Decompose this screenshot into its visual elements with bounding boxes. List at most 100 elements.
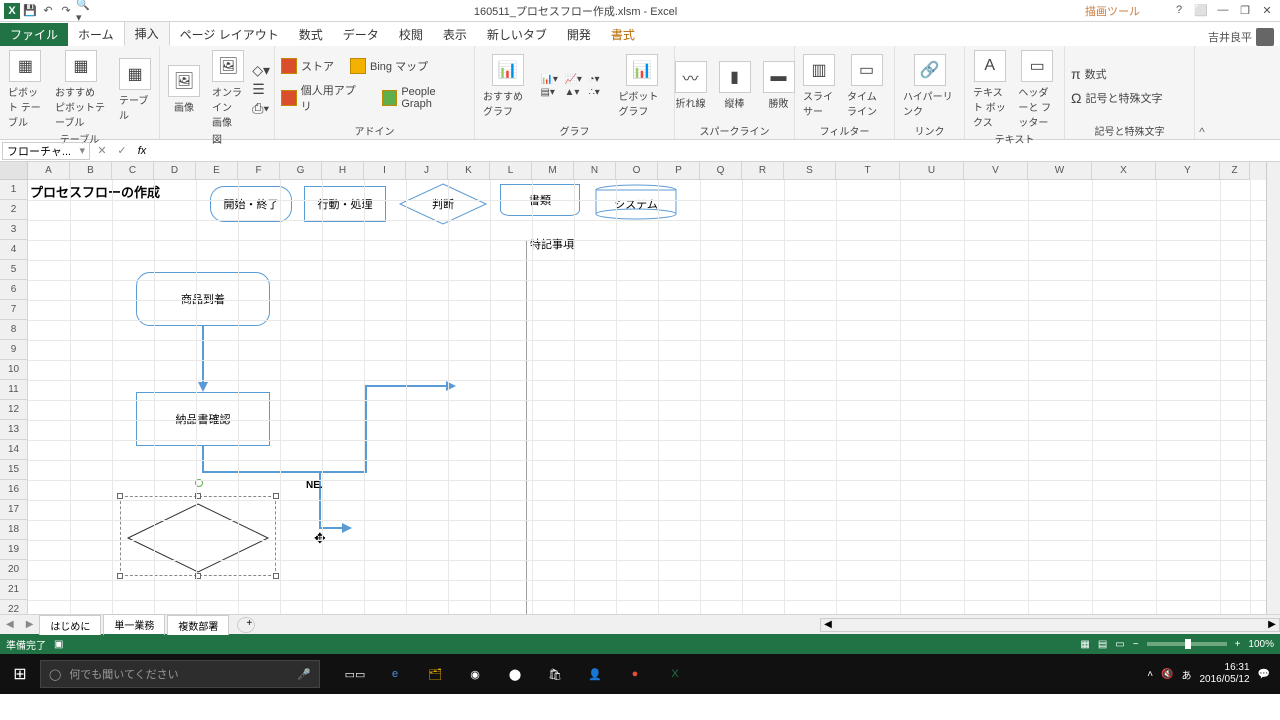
row-header-9[interactable]: 9 [0,340,28,360]
col-header-C[interactable]: C [112,162,154,180]
sheet-tab-2[interactable]: 単一業務 [103,614,165,636]
col-header-A[interactable]: A [28,162,70,180]
macro-record-icon[interactable]: ▣ [54,639,63,650]
recommended-charts-button[interactable]: 📊おすすめ グラフ [479,52,536,120]
hyperlink-button[interactable]: 🔗ハイパーリンク [899,52,960,120]
tab-insert[interactable]: 挿入 [124,21,170,46]
sheet-tab-1[interactable]: はじめに [39,615,101,635]
sheet-nav-next[interactable]: ▶ [20,619,40,630]
col-header-E[interactable]: E [196,162,238,180]
col-header-B[interactable]: B [70,162,112,180]
row-header-18[interactable]: 18 [0,520,28,540]
sparkline-line-button[interactable]: 〰折れ線 [671,59,711,112]
col-header-D[interactable]: D [154,162,196,180]
col-header-S[interactable]: S [784,162,836,180]
col-header-M[interactable]: M [532,162,574,180]
record-icon[interactable]: ● [620,660,650,688]
tab-formulas[interactable]: 数式 [289,23,333,46]
screenshot-icon[interactable]: ⎙▾ [252,100,270,117]
col-header-Y[interactable]: Y [1156,162,1220,180]
explorer-icon[interactable]: 🗂 [420,660,450,688]
tab-review[interactable]: 校閲 [389,23,433,46]
tab-newtab[interactable]: 新しいタブ [477,23,557,46]
row-header-1[interactable]: 1 [0,180,28,200]
row-header-6[interactable]: 6 [0,280,28,300]
vertical-scrollbar[interactable] [1266,162,1280,614]
row-header-8[interactable]: 8 [0,320,28,340]
tab-view[interactable]: 表示 [433,23,477,46]
col-header-U[interactable]: U [900,162,964,180]
col-header-K[interactable]: K [448,162,490,180]
row-header-16[interactable]: 16 [0,480,28,500]
save-icon[interactable]: 💾 [22,3,38,19]
row-header-21[interactable]: 21 [0,580,28,600]
col-header-T[interactable]: T [836,162,900,180]
maximize-icon[interactable]: ❐ [1236,4,1254,17]
myapps-button[interactable]: 個人用アプリ [279,80,368,116]
sheet-tab-3[interactable]: 複数部署 [167,615,229,635]
select-all-corner[interactable] [0,162,28,180]
view-pagebreak-icon[interactable]: ▭ [1115,639,1124,650]
chart-scatter-icon[interactable]: ∴▾ [588,87,610,98]
edge-icon[interactable]: e [380,660,410,688]
start-button[interactable]: ⊞ [0,664,40,684]
zoom-in-icon[interactable]: + [1235,639,1241,650]
account-user[interactable]: 吉井良平 [1208,28,1280,46]
action-center-icon[interactable]: 💬 [1258,669,1270,680]
ribbon-display-icon[interactable]: ⬜ [1192,4,1210,17]
ime-indicator[interactable]: あ [1181,667,1191,682]
sparkline-winloss-button[interactable]: ▬勝敗 [759,59,799,112]
store-button[interactable]: ストア [279,56,336,76]
excel-taskbar-icon[interactable]: X [660,660,690,688]
smartart-icon[interactable]: ☰ [252,81,270,98]
row-header-10[interactable]: 10 [0,360,28,380]
close-icon[interactable]: ✕ [1258,4,1276,17]
tab-file[interactable]: ファイル [0,23,68,46]
row-header-12[interactable]: 12 [0,400,28,420]
col-header-J[interactable]: J [406,162,448,180]
enter-icon[interactable]: ✓ [112,144,132,157]
equation-button[interactable]: π数式 [1069,64,1109,84]
col-header-V[interactable]: V [964,162,1028,180]
row-header-4[interactable]: 4 [0,240,28,260]
col-header-G[interactable]: G [280,162,322,180]
view-normal-icon[interactable]: ▦ [1080,639,1089,650]
col-header-Z[interactable]: Z [1220,162,1250,180]
row-header-20[interactable]: 20 [0,560,28,580]
pivottable-button[interactable]: ▦ピボット テーブル [4,48,47,131]
name-box[interactable]: フローチャ...▾ [2,142,90,160]
table-button[interactable]: ▦テーブル [115,56,155,124]
symbol-button[interactable]: Ω記号と特殊文字 [1069,88,1164,108]
tab-home[interactable]: ホーム [68,23,124,46]
tab-pagelayout[interactable]: ページ レイアウト [170,23,289,46]
cortana-search[interactable]: ◯ 何でも聞いてください 🎤 [40,660,320,688]
chart-bar-icon[interactable]: ▤▾ [540,87,562,98]
tab-format[interactable]: 書式 [601,23,645,46]
taskview-icon[interactable]: ▭▭ [340,660,370,688]
chrome-icon[interactable]: ◉ [460,660,490,688]
legend-database[interactable]: システム [594,184,678,220]
chart-column-icon[interactable]: 📊▾ [540,74,562,85]
row-header-7[interactable]: 7 [0,300,28,320]
headerfooter-button[interactable]: ▭ヘッダーと フッター [1014,48,1060,131]
col-header-O[interactable]: O [616,162,658,180]
zoom-slider[interactable] [1147,642,1227,646]
tab-data[interactable]: データ [333,23,389,46]
zoom-level[interactable]: 100% [1248,639,1274,650]
undo-icon[interactable]: ↶ [40,3,56,19]
col-header-F[interactable]: F [238,162,280,180]
online-pictures-button[interactable]: 🖼オンライン 画像 [208,48,248,131]
worksheet-grid[interactable]: ABCDEFGHIJKLMNOPQRSTUVWXYZ 1234567891011… [0,162,1280,614]
col-header-I[interactable]: I [364,162,406,180]
collapse-ribbon-icon[interactable]: ^ [1195,46,1209,139]
col-header-W[interactable]: W [1028,162,1092,180]
bingmaps-button[interactable]: Bing マップ [348,56,430,76]
sheet-nav-prev[interactable]: ◀ [0,619,20,630]
mic-icon[interactable]: 🎤 [297,668,311,681]
help-icon[interactable]: ? [1170,4,1188,17]
col-header-X[interactable]: X [1092,162,1156,180]
redo-icon[interactable]: ↷ [58,3,74,19]
add-sheet-button[interactable]: + [237,617,255,633]
row-header-14[interactable]: 14 [0,440,28,460]
row-header-13[interactable]: 13 [0,420,28,440]
